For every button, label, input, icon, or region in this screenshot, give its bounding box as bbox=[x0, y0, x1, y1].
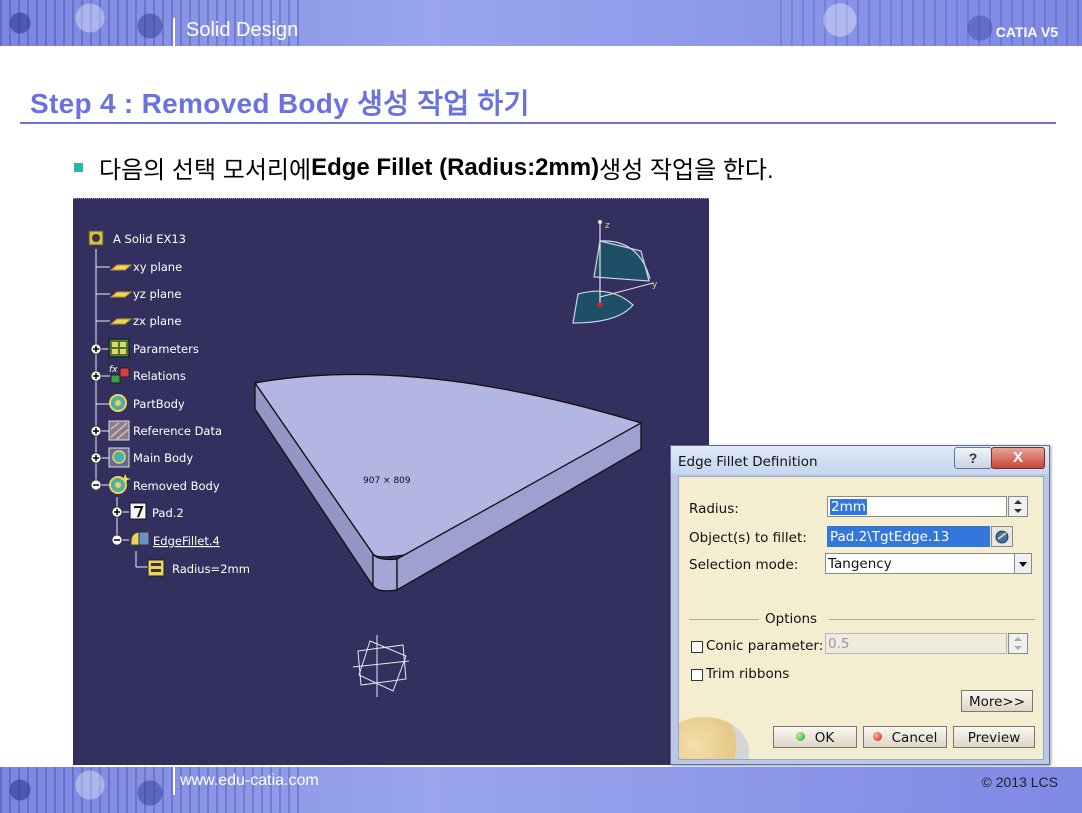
step-underline bbox=[20, 122, 1056, 124]
tree-root-label[interactable]: A Solid EX13 bbox=[113, 232, 186, 246]
tree-item-removed-body[interactable]: Removed Body bbox=[133, 479, 220, 493]
tree-item-zx-plane[interactable]: zx plane bbox=[133, 314, 181, 328]
footer-copyright: © 2013 LCS bbox=[981, 774, 1058, 790]
parameters-icon bbox=[108, 338, 130, 358]
coordinate-readout: 907 × 809 bbox=[363, 476, 411, 486]
conic-parameter-spinner[interactable] bbox=[1008, 633, 1028, 654]
tree-item-pad2[interactable]: Pad.2 bbox=[152, 506, 184, 520]
footer-divider bbox=[173, 767, 175, 795]
footer-website[interactable]: www.edu-catia.com bbox=[180, 772, 319, 790]
instruction-prefix: 다음의 선택 모서리에 bbox=[99, 157, 312, 184]
tree-item-edgefillet[interactable]: EdgeFillet.4 bbox=[153, 534, 220, 548]
tree-item-parameters[interactable]: Parameters bbox=[133, 342, 199, 356]
cancel-label: Cancel bbox=[891, 730, 938, 746]
axis-y-label: y bbox=[652, 280, 658, 290]
edge-fillet-icon bbox=[130, 531, 150, 546]
plane-icon bbox=[109, 264, 133, 325]
footer-banner: www.edu-catia.com © 2013 LCS bbox=[0, 767, 1082, 813]
objects-to-fillet-field[interactable]: Pad.2\TgtEdge.13 bbox=[827, 526, 990, 547]
tree-item-radius[interactable]: Radius=2mm bbox=[172, 562, 250, 576]
instruction-bold: Edge Fillet (Radius:2mm) bbox=[311, 153, 600, 181]
tree-item-yz-plane[interactable]: yz plane bbox=[133, 287, 181, 301]
more-button[interactable]: More>> bbox=[961, 690, 1033, 712]
instruction-suffix: 생성 작업을 한다. bbox=[599, 157, 774, 184]
header-banner: Solid Design CATIA V5 bbox=[0, 0, 1082, 46]
part-3d-model[interactable] bbox=[253, 373, 643, 592]
close-button[interactable]: X bbox=[991, 447, 1045, 469]
cancel-led-icon bbox=[872, 731, 882, 741]
edge-fillet-dialog[interactable]: Edge Fillet Definition ? X Radius: 2mm O… bbox=[670, 445, 1050, 765]
tree-item-main-body[interactable]: Main Body bbox=[133, 451, 193, 465]
tree-item-xy-plane[interactable]: xy plane bbox=[133, 260, 182, 274]
header-divider bbox=[173, 18, 175, 46]
axis-system-icon[interactable] bbox=[352, 635, 410, 697]
svg-text:fx: fx bbox=[109, 365, 118, 375]
radius-label: Radius: bbox=[689, 501, 739, 517]
axis-z-label: z bbox=[605, 221, 610, 231]
dialog-body: Radius: 2mm Object(s) to fillet: Pad.2\T… bbox=[678, 476, 1044, 760]
header-title: Solid Design bbox=[186, 19, 299, 41]
trim-ribbons-label: Trim ribbons bbox=[706, 666, 790, 682]
radius-input[interactable]: 2mm bbox=[827, 496, 1007, 517]
compass-icon[interactable]: z y bbox=[572, 220, 658, 324]
main-body-icon bbox=[108, 447, 130, 468]
removed-body-gear-icon bbox=[109, 474, 131, 494]
dialog-titlebar[interactable]: Edge Fillet Definition ? X bbox=[671, 446, 1049, 474]
partbody-gear-icon bbox=[109, 394, 127, 412]
preview-button[interactable]: Preview bbox=[953, 726, 1035, 748]
bullet-icon bbox=[74, 163, 83, 172]
tree-item-relations[interactable]: Relations bbox=[133, 369, 186, 383]
product-name: CATIA V5 bbox=[995, 24, 1058, 40]
conic-parameter-input[interactable]: 0.5 bbox=[825, 633, 1007, 654]
options-separator-left bbox=[689, 619, 759, 620]
options-separator-right bbox=[829, 619, 1035, 620]
ok-label: OK bbox=[814, 730, 835, 746]
dialog-title: Edge Fillet Definition bbox=[678, 454, 818, 470]
step-title: Step 4 : Removed Body 생성 작업 하기 bbox=[30, 88, 530, 119]
selection-mode-select[interactable]: Tangency bbox=[825, 553, 1015, 574]
chevron-down-icon[interactable] bbox=[1014, 553, 1032, 574]
radius-value: 2mm bbox=[830, 499, 867, 515]
ok-led-icon bbox=[795, 731, 805, 741]
pad-icon bbox=[129, 502, 147, 520]
selection-mode-label: Selection mode: bbox=[689, 557, 799, 573]
radius-parameter-icon bbox=[147, 559, 165, 577]
part-root-icon[interactable] bbox=[88, 230, 104, 246]
ok-button[interactable]: OK bbox=[773, 726, 857, 748]
radius-spinner[interactable] bbox=[1008, 496, 1028, 517]
reference-data-icon bbox=[108, 420, 130, 441]
help-button[interactable]: ? bbox=[954, 447, 992, 469]
cancel-button[interactable]: Cancel bbox=[863, 726, 947, 748]
conic-parameter-checkbox[interactable] bbox=[691, 641, 703, 653]
tree-item-partbody[interactable]: PartBody bbox=[133, 397, 185, 411]
catia-logo-decoration bbox=[679, 717, 749, 759]
catia-viewport[interactable]: A Solid EX13 xy plane yz plane zx plane bbox=[73, 198, 709, 765]
edit-list-icon bbox=[995, 530, 1009, 544]
tree-item-reference-data[interactable]: Reference Data bbox=[133, 424, 222, 438]
relations-icon: fx bbox=[109, 365, 130, 384]
objects-label: Object(s) to fillet: bbox=[689, 530, 807, 546]
options-label: Options bbox=[765, 611, 818, 627]
instruction-bullet: 다음의 선택 모서리에 Edge Fillet (Radius:2mm) 생성 … bbox=[74, 150, 774, 185]
trim-ribbons-checkbox[interactable] bbox=[691, 669, 703, 681]
conic-parameter-label: Conic parameter: bbox=[706, 638, 824, 654]
viewport-canvas[interactable]: A Solid EX13 xy plane yz plane zx plane bbox=[73, 199, 709, 765]
edit-list-button[interactable] bbox=[991, 526, 1013, 547]
